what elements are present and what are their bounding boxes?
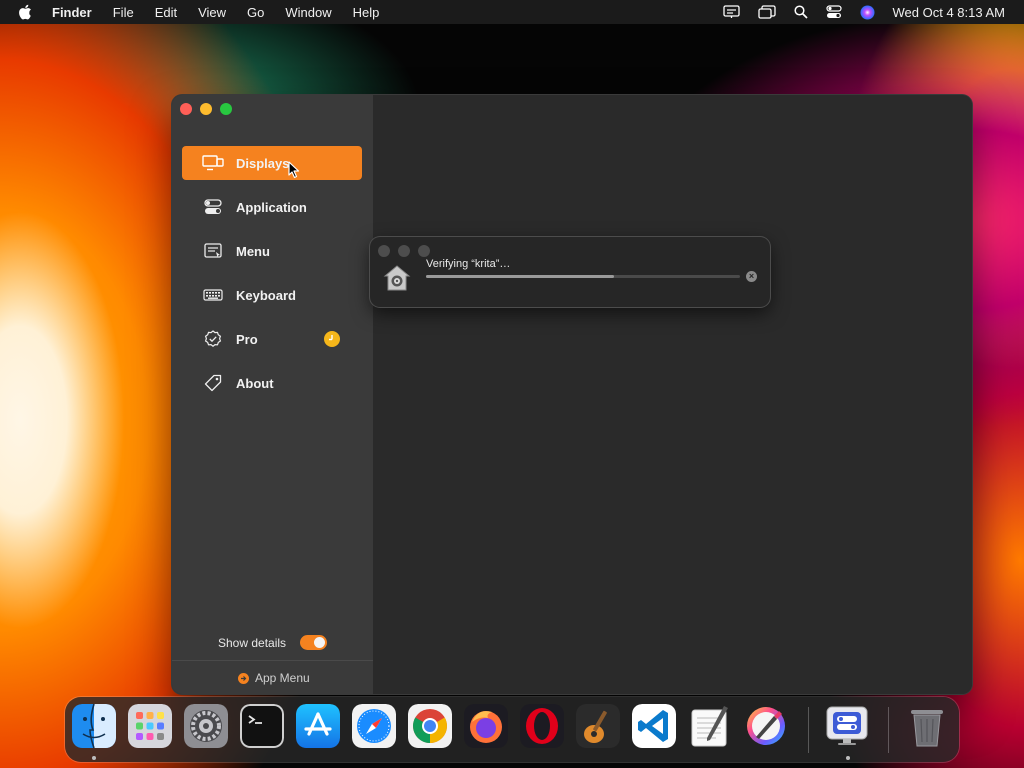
tag-icon <box>202 374 224 392</box>
sidebar-item-label: Application <box>236 199 307 215</box>
sidebar: Displays Application Menu Keyboard Pro A… <box>172 95 373 694</box>
dock-firefox-icon[interactable] <box>464 704 508 748</box>
sidebar-item-label: Displays <box>236 155 290 171</box>
siri-icon[interactable] <box>860 5 875 20</box>
dialog-zoom-button[interactable] <box>418 245 430 257</box>
verify-dialog: Verifying “krita”… × <box>370 237 770 307</box>
screen-mirroring-icon[interactable] <box>757 5 776 19</box>
dock-safari-icon[interactable] <box>352 704 396 748</box>
window-minimize-button[interactable] <box>200 103 212 115</box>
dock-garageband-icon[interactable] <box>576 704 620 748</box>
dock-app-store-icon[interactable] <box>296 704 340 748</box>
menu-app-name[interactable]: Finder <box>52 5 92 20</box>
pro-clock-badge-icon <box>324 331 340 347</box>
show-details-label: Show details <box>218 636 287 650</box>
sidebar-item-application[interactable]: Application <box>182 190 362 224</box>
menu-icon <box>202 242 224 260</box>
dock-launchpad-icon[interactable] <box>128 704 172 748</box>
dock-terminal-icon[interactable] <box>240 704 284 748</box>
security-house-icon <box>383 265 411 291</box>
sidebar-divider <box>172 660 373 661</box>
apple-logo-icon[interactable] <box>18 4 32 20</box>
menu-file[interactable]: File <box>113 5 134 20</box>
sidebar-item-label: Keyboard <box>236 287 296 303</box>
verify-status-text: Verifying “krita”… <box>426 258 511 270</box>
keyboard-icon <box>202 286 224 304</box>
dock-opera-icon[interactable] <box>520 704 564 748</box>
toggles-icon <box>202 198 224 216</box>
menu-view[interactable]: View <box>198 5 226 20</box>
dock-separator <box>808 707 809 753</box>
sidebar-item-label: Menu <box>236 243 270 259</box>
sidebar-item-keyboard[interactable]: Keyboard <box>182 278 362 312</box>
sidebar-item-menu[interactable]: Menu <box>182 234 362 268</box>
sidebar-item-displays[interactable]: Displays <box>182 146 362 180</box>
app-menu-label: App Menu <box>255 671 310 685</box>
sidebar-item-pro[interactable]: Pro <box>182 322 362 356</box>
display-icon <box>202 154 224 172</box>
sidebar-item-label: About <box>236 375 274 391</box>
dock-vscode-icon[interactable] <box>632 704 676 748</box>
dialog-close-button[interactable] <box>378 245 390 257</box>
app-menu-button[interactable]: App Menu <box>238 671 310 685</box>
dock-system-settings-icon[interactable] <box>184 704 228 748</box>
finder-running-indicator <box>92 756 96 760</box>
verify-progress-bar <box>426 275 740 278</box>
menu-go[interactable]: Go <box>247 5 264 20</box>
dock-krita-icon[interactable] <box>744 704 788 748</box>
menu-edit[interactable]: Edit <box>155 5 177 20</box>
dock-textedit-icon[interactable] <box>688 704 732 748</box>
cancel-verify-icon[interactable]: × <box>746 271 757 282</box>
sidebar-item-label: Pro <box>236 331 258 347</box>
mouse-cursor-icon <box>288 161 300 179</box>
menu-window[interactable]: Window <box>285 5 331 20</box>
menu-bar-controller-running-indicator <box>846 756 850 760</box>
toggle-knob <box>314 637 325 648</box>
dock-trash-icon[interactable] <box>905 704 949 748</box>
menu-bar-clock[interactable]: Wed Oct 4 8:13 AM <box>893 5 1005 20</box>
dialog-minimize-button[interactable] <box>398 245 410 257</box>
dock <box>65 697 959 762</box>
dock-menu-bar-controller-icon[interactable] <box>825 704 869 748</box>
content-pane <box>373 95 972 694</box>
window-zoom-button[interactable] <box>220 103 232 115</box>
window-close-button[interactable] <box>180 103 192 115</box>
control-center-icon[interactable] <box>825 5 842 19</box>
display-menu-icon[interactable] <box>722 5 740 19</box>
menu-help[interactable]: Help <box>353 5 380 20</box>
dock-finder-icon[interactable] <box>72 704 116 748</box>
dock-chrome-icon[interactable] <box>408 704 452 748</box>
verify-progress-fill <box>426 275 615 278</box>
menu-bar: Finder File Edit View Go Window Help Wed… <box>0 0 1024 24</box>
badge-check-icon <box>202 330 224 348</box>
spotlight-search-icon[interactable] <box>793 5 808 19</box>
sidebar-item-about[interactable]: About <box>182 366 362 400</box>
show-details-toggle[interactable] <box>300 635 327 650</box>
app-window: Displays Application Menu Keyboard Pro A… <box>172 95 972 694</box>
arrow-right-circle-icon <box>238 672 249 684</box>
dock-separator <box>888 707 889 753</box>
